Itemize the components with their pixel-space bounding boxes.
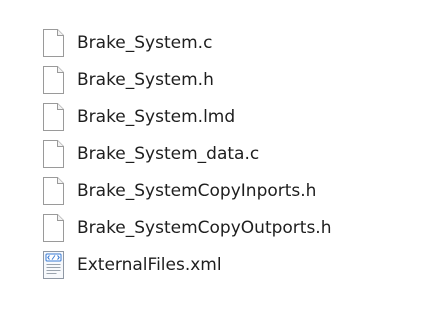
document-icon — [43, 29, 64, 57]
file-name: Brake_System.lmd — [77, 107, 236, 127]
document-icon — [43, 66, 64, 94]
list-item-brake-system-copy-outports-h[interactable]: Brake_SystemCopyOutports.h — [40, 210, 340, 246]
document-icon — [43, 214, 64, 242]
xml-file-icon — [43, 251, 64, 279]
list-item-brake-system-c[interactable]: Brake_System.c — [40, 25, 220, 61]
file-list: Brake_System.c Brake_System.h Brake_Syst… — [0, 0, 443, 313]
document-icon — [43, 140, 64, 168]
document-icon — [43, 177, 64, 205]
document-icon — [43, 103, 64, 131]
file-name: Brake_System_data.c — [77, 144, 260, 164]
file-name: Brake_SystemCopyOutports.h — [77, 218, 332, 238]
list-item-brake-system-copy-inports-h[interactable]: Brake_SystemCopyInports.h — [40, 173, 324, 209]
list-item-brake-system-h[interactable]: Brake_System.h — [40, 62, 222, 98]
file-name: Brake_System.c — [77, 33, 213, 53]
file-name: ExternalFiles.xml — [77, 255, 222, 275]
file-name: Brake_System.h — [77, 70, 214, 90]
list-item-brake-system-lmd[interactable]: Brake_System.lmd — [40, 99, 243, 135]
file-name: Brake_SystemCopyInports.h — [77, 181, 317, 201]
list-item-brake-system-data-c[interactable]: Brake_System_data.c — [40, 136, 267, 172]
list-item-external-files-xml[interactable]: ExternalFiles.xml — [40, 247, 230, 283]
